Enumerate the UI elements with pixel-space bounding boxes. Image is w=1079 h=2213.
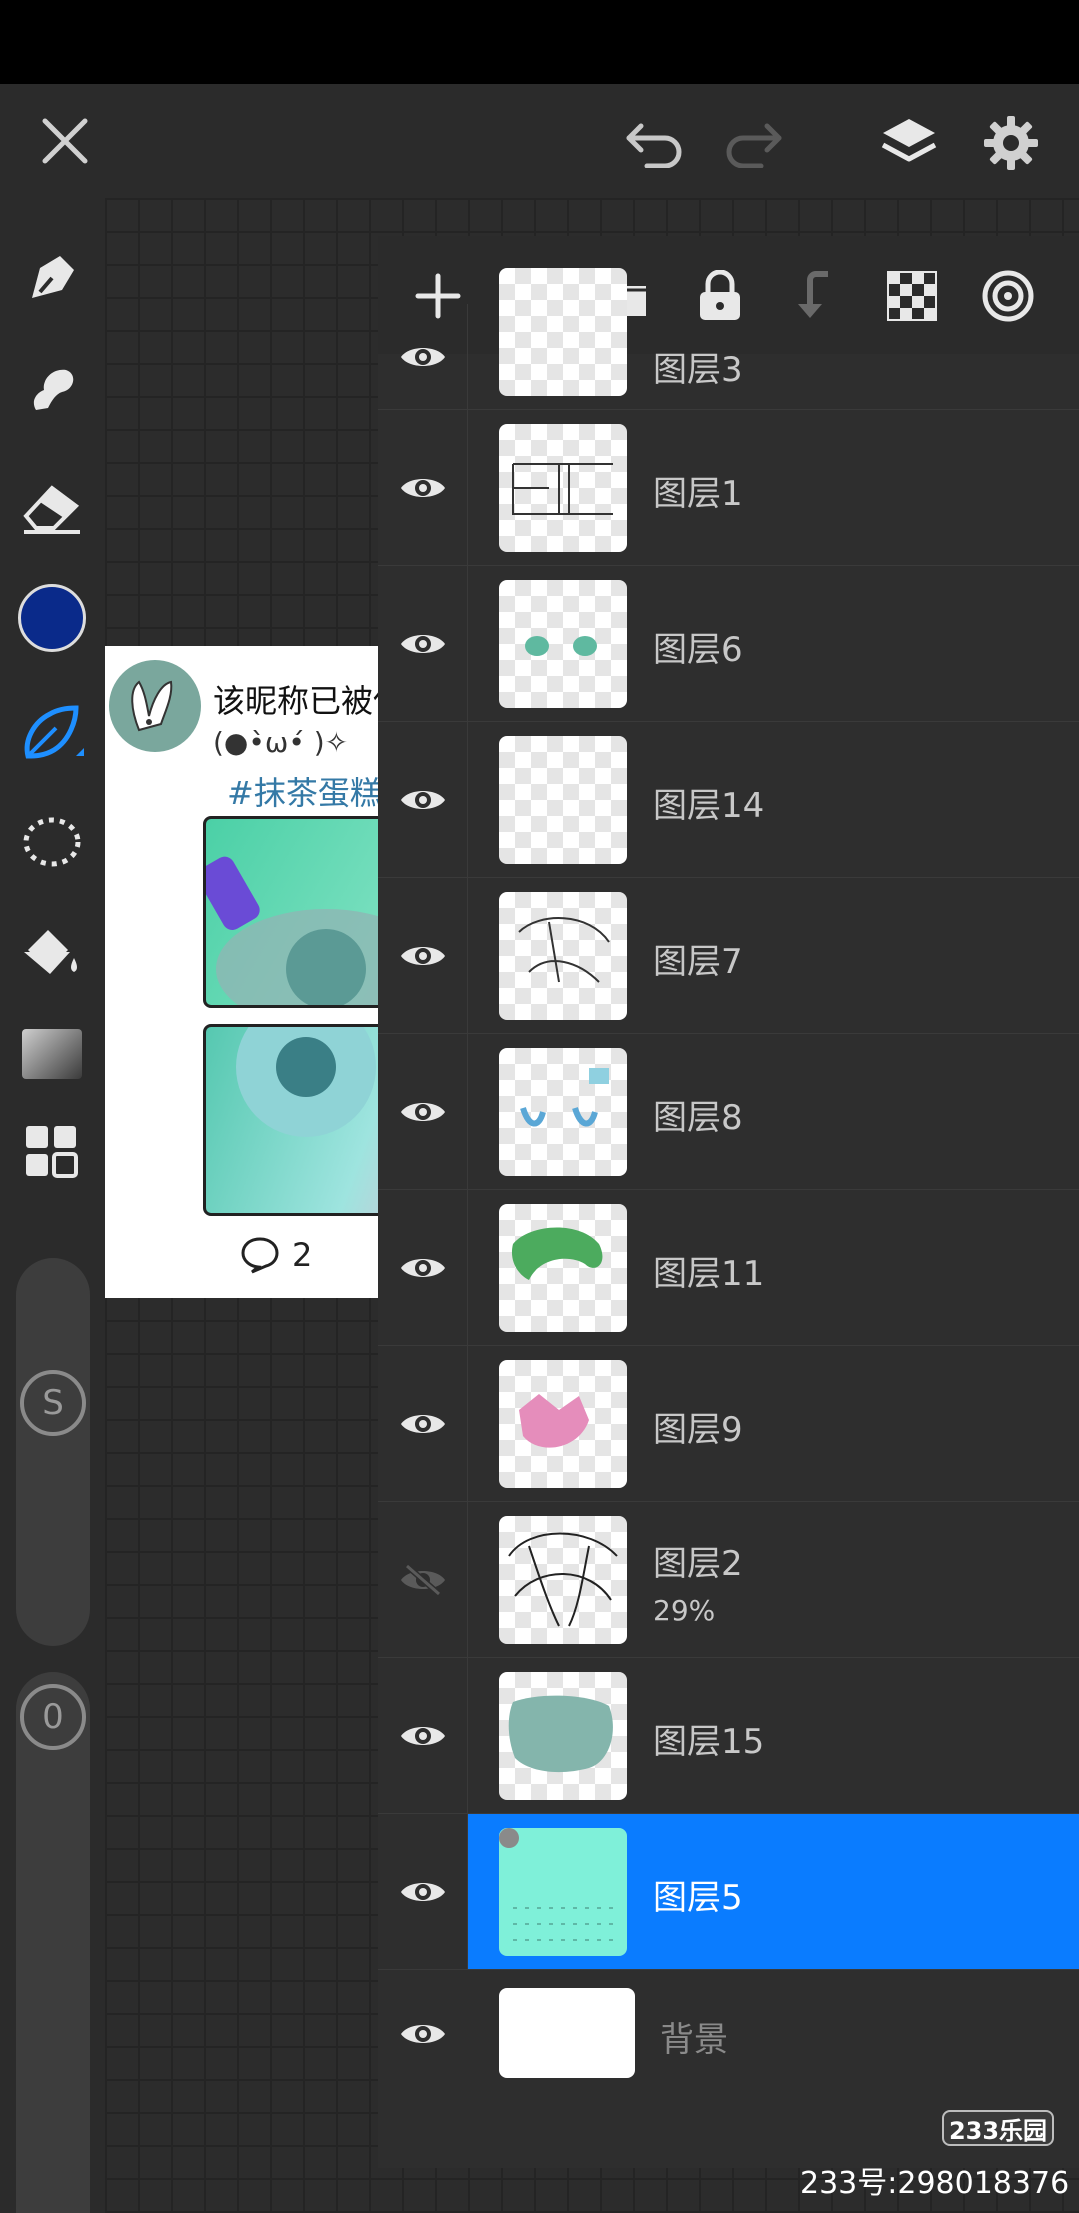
- layer-row[interactable]: 图层2 29%: [378, 1502, 1079, 1658]
- current-color-swatch: [18, 584, 86, 652]
- layer-opacity: 29%: [653, 1594, 716, 1627]
- layer-thumbnail: [499, 1048, 627, 1176]
- pen-tool-icon[interactable]: [12, 238, 92, 318]
- eye-icon: [400, 790, 445, 809]
- eye-icon: [400, 946, 445, 965]
- grid-menu-icon[interactable]: [12, 1112, 92, 1192]
- opacity-slider-knob[interactable]: 0: [20, 1684, 86, 1750]
- visibility-toggle[interactable]: [378, 1502, 468, 1657]
- layer-row[interactable]: 图层7: [378, 878, 1079, 1034]
- lasso-tool-icon[interactable]: [12, 804, 92, 884]
- drawing-app: 该昵称已被使用 (●•̀ω•́ )✧ #抹茶蛋糕 2 S 0 图层3 图层1 图…: [0, 0, 1079, 2213]
- visibility-toggle[interactable]: [378, 878, 468, 1033]
- layer-name: 图层9: [653, 1410, 743, 1450]
- layer-row[interactable]: 图层9: [378, 1346, 1079, 1502]
- fill-tool-icon[interactable]: [12, 914, 92, 994]
- layer-thumbnail: [499, 1360, 627, 1488]
- layer-name: 图层1: [653, 474, 743, 514]
- close-icon[interactable]: [28, 104, 102, 178]
- layer-name: 图层2: [653, 1544, 743, 1584]
- layer-row-selected[interactable]: 图层5: [378, 1814, 1079, 1970]
- layer-name: 图层7: [653, 942, 743, 982]
- visibility-toggle[interactable]: [378, 1034, 468, 1189]
- undo-icon[interactable]: [618, 106, 692, 180]
- size-slider-knob[interactable]: S: [20, 1370, 86, 1436]
- visibility-toggle[interactable]: [378, 1814, 468, 1969]
- layer-row[interactable]: 背景: [378, 1970, 1079, 2098]
- eye-hidden-icon: [400, 1563, 445, 1596]
- visibility-toggle[interactable]: [378, 1190, 468, 1345]
- watermark-logo: 233乐园: [942, 2110, 1054, 2146]
- gear-icon[interactable]: [968, 100, 1054, 186]
- artwork-avatar: [109, 660, 201, 752]
- layer-thumbnail: [499, 736, 627, 864]
- layer-name: 图层5: [653, 1878, 743, 1918]
- visibility-toggle[interactable]: [378, 304, 468, 409]
- eye-icon: [400, 1726, 445, 1745]
- eye-icon: [400, 347, 445, 366]
- layer-row[interactable]: 图层1: [378, 410, 1079, 566]
- layer-row[interactable]: 图层6: [378, 566, 1079, 722]
- eye-icon: [400, 634, 445, 653]
- layer-thumbnail: [499, 1516, 627, 1644]
- layer-thumbnail: [499, 1672, 627, 1800]
- eye-icon: [400, 1882, 445, 1901]
- eye-icon: [400, 1258, 445, 1277]
- visibility-toggle[interactable]: [378, 410, 468, 565]
- artwork-tag: #抹茶蛋糕: [227, 774, 382, 812]
- redo-icon[interactable]: [716, 106, 790, 180]
- visibility-toggle[interactable]: [378, 722, 468, 877]
- layers-panel: 图层3 图层1 图层6 图层14 图层7 图层8 图层11 图层9 图层2 29…: [378, 236, 1079, 2168]
- eye-icon: [400, 478, 445, 497]
- layer-thumbnail: [499, 424, 627, 552]
- layer-row[interactable]: 图层14: [378, 722, 1079, 878]
- layer-name: 背景: [660, 2020, 728, 2060]
- left-toolbar: S 0: [0, 198, 105, 2213]
- layer-thumbnail: [499, 1988, 635, 2078]
- visibility-toggle[interactable]: [378, 1658, 468, 1813]
- layer-name: 图层6: [653, 630, 743, 670]
- layer-row[interactable]: 图层3: [378, 268, 1079, 410]
- top-toolbar: [0, 84, 1079, 198]
- layer-name: 图层15: [653, 1722, 765, 1762]
- opacity-slider[interactable]: [16, 1672, 90, 2213]
- visibility-toggle[interactable]: [378, 1346, 468, 1501]
- comment-count: 2: [240, 1236, 312, 1274]
- layer-row[interactable]: 图层15: [378, 1658, 1079, 1814]
- layer-thumbnail: [499, 580, 627, 708]
- eye-icon: [401, 2025, 445, 2043]
- layer-name: 图层8: [653, 1098, 743, 1138]
- status-bar: [0, 0, 1079, 84]
- gradient-swatch: [22, 1029, 82, 1079]
- layer-name: 图层3: [653, 350, 743, 390]
- comment-count-text: 2: [292, 1236, 313, 1274]
- layer-row[interactable]: 图层11: [378, 1190, 1079, 1346]
- watermark-id: 233号:298018376: [800, 2166, 1070, 2201]
- layer-name: 图层11: [653, 1254, 765, 1294]
- brush-tool-icon[interactable]: [12, 692, 92, 772]
- eraser-tool-icon[interactable]: [12, 466, 92, 546]
- visibility-toggle[interactable]: [378, 566, 468, 721]
- layer-row[interactable]: 图层8: [378, 1034, 1079, 1190]
- layer-thumbnail: [499, 1828, 627, 1956]
- layers-icon[interactable]: [866, 100, 952, 186]
- smudge-tool-icon[interactable]: [12, 350, 92, 430]
- layer-thumbnail: [499, 1204, 627, 1332]
- comment-icon: [241, 1237, 279, 1274]
- layer-thumbnail: [499, 892, 627, 1020]
- eye-icon: [400, 1414, 445, 1433]
- size-slider[interactable]: [16, 1258, 90, 1646]
- gradient-tool-icon[interactable]: [12, 1014, 92, 1094]
- layer-thumbnail: [499, 268, 627, 396]
- layer-name: 图层14: [653, 786, 765, 826]
- color-picker-swatch[interactable]: [12, 578, 92, 658]
- eye-icon: [400, 1102, 445, 1121]
- artwork-subtitle: (●•̀ω•́ )✧: [213, 726, 349, 759]
- visibility-toggle[interactable]: [378, 1970, 468, 2098]
